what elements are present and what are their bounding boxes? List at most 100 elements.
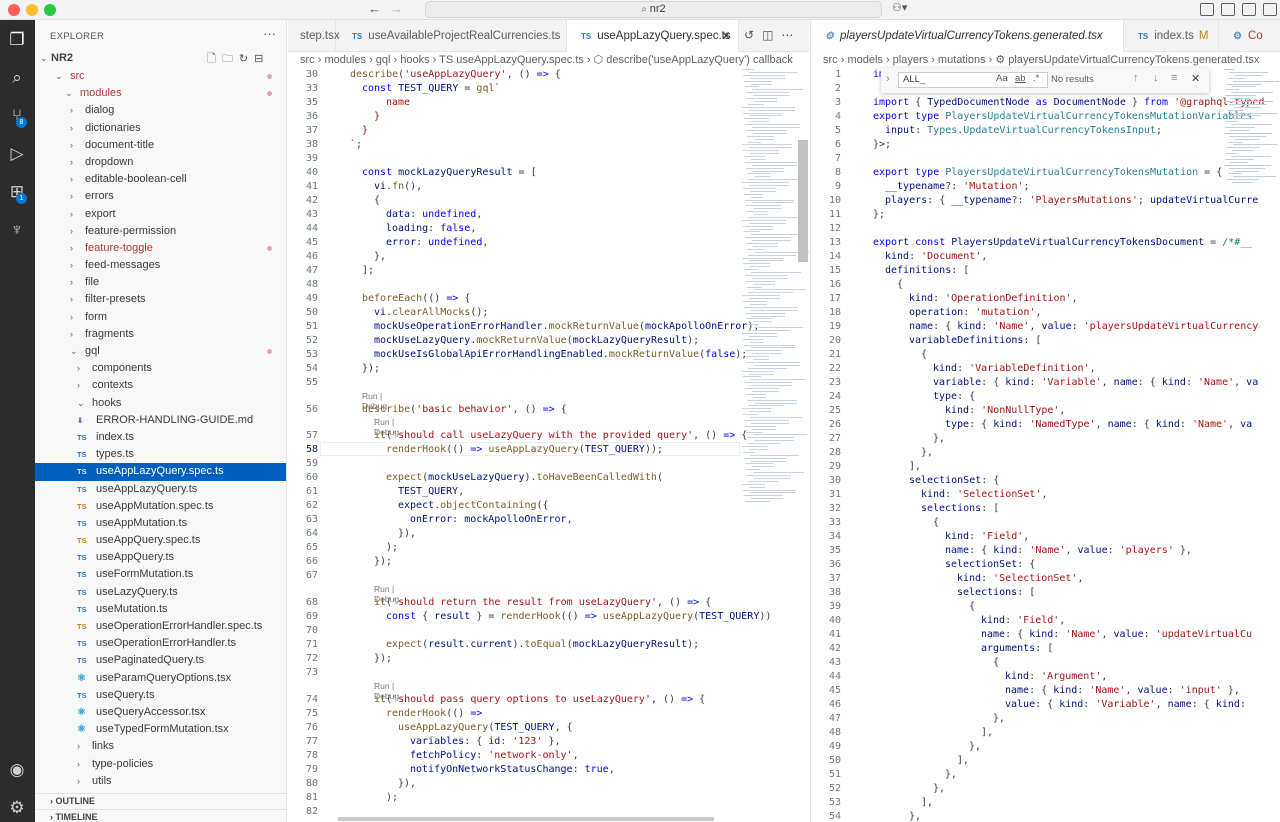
folder-item[interactable]: › dialog [35,102,286,119]
folder-item[interactable]: › dictionaries [35,120,286,137]
toggle-replace-chevron-icon[interactable]: › [886,73,890,85]
breadcrumb[interactable]: src › models › players › mutations › ⚙ p… [823,52,1259,69]
search-icon[interactable]: ⌕ [6,67,28,89]
folder-item[interactable]: ⌄ gql [35,343,286,360]
outline-section[interactable]: › OUTLINE [35,793,286,809]
folder-item[interactable]: ⌄ modules [35,85,286,102]
vertical-scrollbar[interactable] [798,140,808,262]
python-icon[interactable]: ♆ [6,219,28,241]
line-number: 33 [305,83,318,94]
match-whole-word-icon[interactable]: ab [1015,73,1026,84]
folder-item[interactable]: › utils [35,773,286,790]
timeline-section[interactable]: › TIMELINE [35,809,286,822]
editor-tab[interactable]: TS useAvailableProjectRealCurrencies.ts [338,20,567,52]
close-tab-icon[interactable]: ✕ [721,20,731,52]
horizontal-scrollbar[interactable] [338,817,714,821]
editor-tab[interactable]: ⚙ playersUpdateVirtualCurrencyTokens.gene… [811,20,1124,52]
minimap-line [1234,106,1261,108]
folder-item[interactable]: › feature-toggle [35,240,286,257]
toggle-primary-sidebar-icon[interactable] [1200,3,1214,16]
more-actions-icon[interactable]: ⋯ [781,28,801,42]
file-item[interactable]: TS useLazyQuery.ts [35,584,286,601]
files-icon[interactable]: ❐ [6,29,28,51]
next-match-icon[interactable]: ↓ [1153,72,1159,84]
file-item[interactable]: TS useFormMutation.ts [35,566,286,583]
minimap-line [743,263,770,265]
file-item[interactable]: TS useQuery.ts [35,687,286,704]
folder-item[interactable]: › filter-presets [35,291,286,308]
code-line: data: undefined, [386,209,483,220]
folder-item[interactable]: › form [35,309,286,326]
previous-match-icon[interactable]: ↑ [1133,72,1139,84]
back-arrow-icon[interactable]: ← [368,1,381,16]
file-item[interactable]: TS types.ts [35,446,286,463]
folder-item[interactable]: › contexts [35,377,286,394]
file-item[interactable]: TS useAppLazyQuery.ts [35,481,286,498]
file-item[interactable]: TS index.ts [35,429,286,446]
command-center-search[interactable]: ⌕ nr2 [425,1,882,18]
find-in-selection-icon[interactable]: ≡ [1171,72,1177,84]
minimap-line [1227,115,1261,117]
file-item[interactable]: TS usePaginatedQuery.ts [35,652,286,669]
file-item[interactable]: TS useAppLazyQuery.spec.ts [35,463,286,481]
minimap[interactable] [740,69,809,509]
folder-item[interactable]: › editable-boolean-cell [35,171,286,188]
file-item[interactable]: ⚛ useTypedFormMutation.tsx [35,721,286,738]
match-case-icon[interactable]: Aa [996,73,1008,84]
folder-item[interactable]: › type-policies [35,756,286,773]
editor-tab[interactable]: TS index.ts M [1124,20,1219,52]
folder-item[interactable]: › errors [35,188,286,205]
settings-gear-icon[interactable]: ⚙ [6,797,28,819]
folder-item[interactable]: ⌄ src [35,68,286,85]
customize-layout-icon[interactable] [1263,3,1277,16]
folder-item[interactable]: › components [35,360,286,377]
folder-item[interactable]: › dropdown [35,154,286,171]
timeline-icon[interactable]: ↺ [744,28,762,42]
toggle-panel-icon[interactable] [1221,3,1235,16]
file-item[interactable]: TS useAppMutation.ts [35,515,286,532]
close-find-icon[interactable]: ✕ [1191,72,1200,85]
more-actions-icon[interactable]: ··· [263,26,276,41]
file-item[interactable]: ⬇ ERROR-HANDLING-GUIDE.md [35,412,286,429]
minimap[interactable] [1222,69,1279,189]
minimap-line [1225,95,1256,97]
use-regex-icon[interactable]: .* [1033,73,1039,84]
account-icon[interactable]: ◉ [6,759,28,781]
file-item[interactable]: TS useAppQuery.ts [35,549,286,566]
zoom-window-button[interactable] [44,4,56,16]
new-file-icon[interactable]: 🗋 [207,53,222,65]
editor-tab[interactable]: ⚙ Co [1219,20,1280,52]
minimap-line [748,480,778,482]
folder-item[interactable]: ⌄ hooks [35,395,286,412]
project-root[interactable]: ⌄ NR2 🗋🗀↻⊟ [35,50,286,67]
collapse-all-icon[interactable]: ⊟ [254,53,269,65]
folder-item[interactable]: › feature-permission [35,223,286,240]
file-item[interactable]: ⚛ useQueryAccessor.tsx [35,704,286,721]
folder-item[interactable]: › file [35,274,286,291]
forward-arrow-icon[interactable]: → [390,1,403,16]
breadcrumb[interactable]: src › modules › gql › hooks › TS useAppL… [300,52,793,69]
file-item[interactable]: TS useOperationErrorHandler.spec.ts [35,618,286,635]
file-item[interactable]: TS useAppMutation.spec.ts [35,498,286,515]
editor-tab[interactable]: step.tsx [288,20,340,52]
file-item[interactable]: TS useAppQuery.spec.ts [35,532,286,549]
close-window-button[interactable] [8,4,20,16]
folder-item[interactable]: › links [35,738,286,755]
folder-item[interactable]: › feed-messages [35,257,286,274]
new-folder-icon[interactable]: 🗀 [222,53,239,65]
folder-item[interactable]: › export [35,206,286,223]
editor-tab[interactable]: TS useAppLazyQuery.spec.ts ✕ [567,20,739,52]
copilot-icon[interactable]: ⚇▾ [892,1,907,14]
line-number: 20 [828,335,841,346]
file-item[interactable]: ⚛ useParamQueryOptions.tsx [35,670,286,687]
refresh-icon[interactable]: ↻ [239,53,254,65]
split-editor-icon[interactable]: ◫ [762,28,781,42]
line-number: 41 [305,181,318,192]
folder-item[interactable]: › fragments [35,326,286,343]
file-item[interactable]: TS useOperationErrorHandler.ts [35,635,286,652]
run-debug-icon[interactable]: ▷ [6,143,28,165]
file-item[interactable]: TS useMutation.ts [35,601,286,618]
minimize-window-button[interactable] [26,4,38,16]
toggle-secondary-sidebar-icon[interactable] [1242,3,1256,16]
folder-item[interactable]: › document-title [35,137,286,154]
